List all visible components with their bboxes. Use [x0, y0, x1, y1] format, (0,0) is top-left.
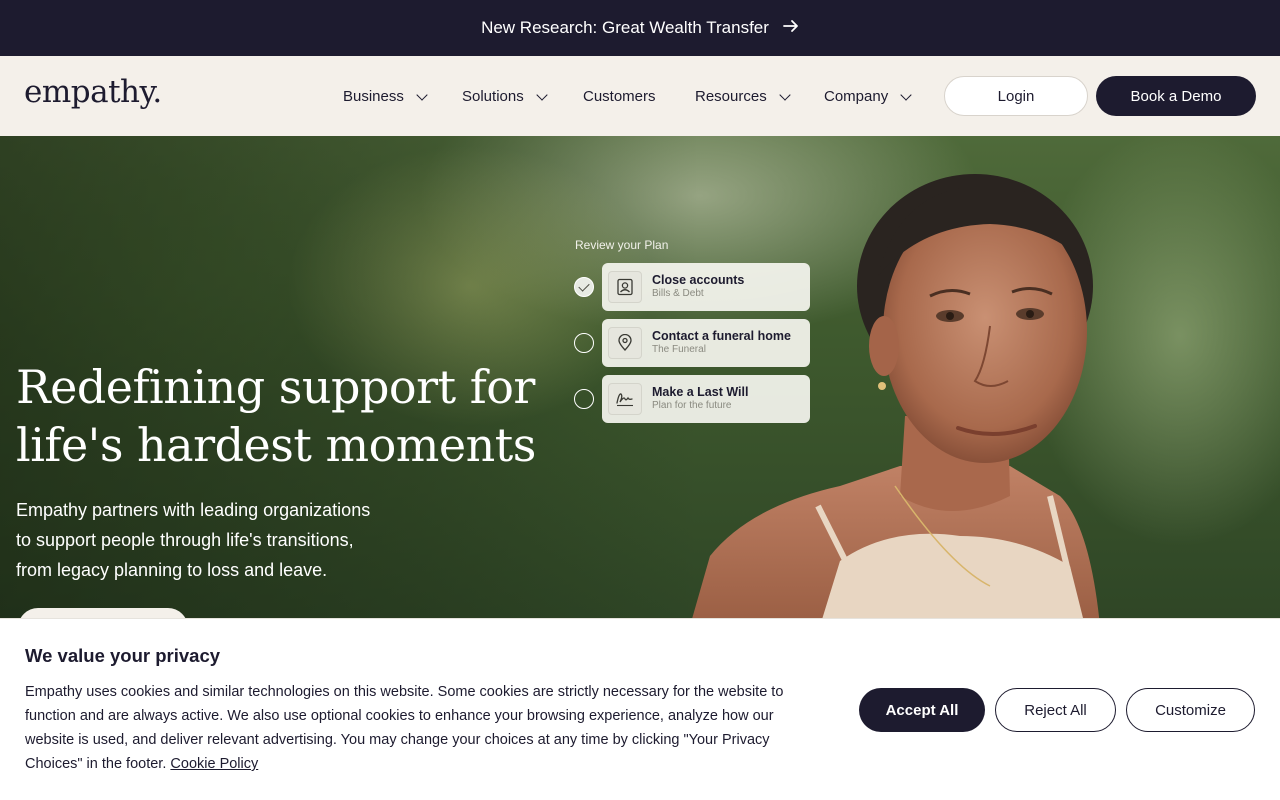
plan-card: Make a Last Will Plan for the future [602, 375, 810, 423]
hero-title-line: Redefining support for [16, 360, 535, 414]
empty-circle-icon [574, 333, 594, 353]
nav-business[interactable]: Business [343, 88, 428, 105]
hero-title: Redefining support for life's hardest mo… [16, 358, 576, 474]
chevron-down-icon [779, 88, 791, 101]
cookie-body: Empathy uses cookies and similar technol… [25, 680, 825, 776]
hero-subtitle-line: from legacy planning to loss and leave. [16, 560, 328, 580]
checked-circle-icon [574, 277, 594, 297]
nav-label: Business [343, 88, 404, 105]
nav-customers[interactable]: Customers [583, 88, 656, 105]
signature-icon [608, 383, 642, 415]
accept-all-button[interactable]: Accept All [859, 688, 985, 732]
plan-item: Close accounts Bills & Debt [574, 263, 810, 311]
hero-cta-button[interactable] [18, 608, 188, 618]
nav-company[interactable]: Company [824, 88, 912, 105]
hero-subtitle-line: to support people through life's transit… [16, 530, 354, 550]
nav-solutions[interactable]: Solutions [462, 88, 548, 105]
announcement-bar[interactable]: New Research: Great Wealth Transfer [0, 0, 1280, 56]
plan-item: Make a Last Will Plan for the future [574, 375, 810, 423]
book-demo-button[interactable]: Book a Demo [1096, 76, 1256, 116]
location-pin-icon [608, 327, 642, 359]
plan-item-label: Close accounts [652, 273, 745, 287]
chevron-down-icon [416, 88, 428, 101]
customize-button[interactable]: Customize [1126, 688, 1255, 732]
reject-all-button[interactable]: Reject All [995, 688, 1116, 732]
nav-label: Solutions [462, 88, 524, 105]
empty-circle-icon [574, 389, 594, 409]
hero-subtitle-line: Empathy partners with leading organizati… [16, 500, 371, 520]
plan-card: Contact a funeral home The Funeral [602, 319, 810, 367]
logo[interactable]: empathy. [24, 74, 162, 110]
hero-title-line: life's hardest moments [16, 418, 536, 472]
chevron-down-icon [900, 88, 912, 101]
nav-label: Customers [583, 88, 656, 105]
nav-label: Company [824, 88, 889, 105]
contact-card-icon [608, 271, 642, 303]
cookie-banner: We value your privacy Empathy uses cooki… [0, 618, 1280, 800]
plan-item-sub: Bills & Debt [652, 288, 704, 299]
site-header: empathy. Business Solutions Customers Re… [0, 56, 1280, 136]
cookie-policy-link[interactable]: Cookie Policy [170, 756, 258, 772]
plan-item-sub: Plan for the future [652, 400, 732, 411]
hero-section: Redefining support for life's hardest mo… [0, 136, 1280, 618]
nav-label: Resources [695, 88, 767, 105]
plan-card: Close accounts Bills & Debt [602, 263, 810, 311]
plan-item-sub: The Funeral [652, 344, 706, 355]
plan-item-label: Make a Last Will [652, 385, 749, 399]
arrow-right-icon [783, 18, 799, 38]
chevron-down-icon [536, 88, 548, 101]
hero-subtitle: Empathy partners with leading organizati… [16, 495, 416, 585]
plan-item-label: Contact a funeral home [652, 329, 791, 343]
nav-resources[interactable]: Resources [695, 88, 791, 105]
plan-title: Review your Plan [575, 238, 669, 252]
plan-item: Contact a funeral home The Funeral [574, 319, 810, 367]
login-button[interactable]: Login [944, 76, 1088, 116]
announcement-text[interactable]: New Research: Great Wealth Transfer [481, 18, 769, 38]
cookie-title: We value your privacy [25, 645, 221, 666]
cookie-text: Empathy uses cookies and similar technol… [25, 684, 784, 772]
